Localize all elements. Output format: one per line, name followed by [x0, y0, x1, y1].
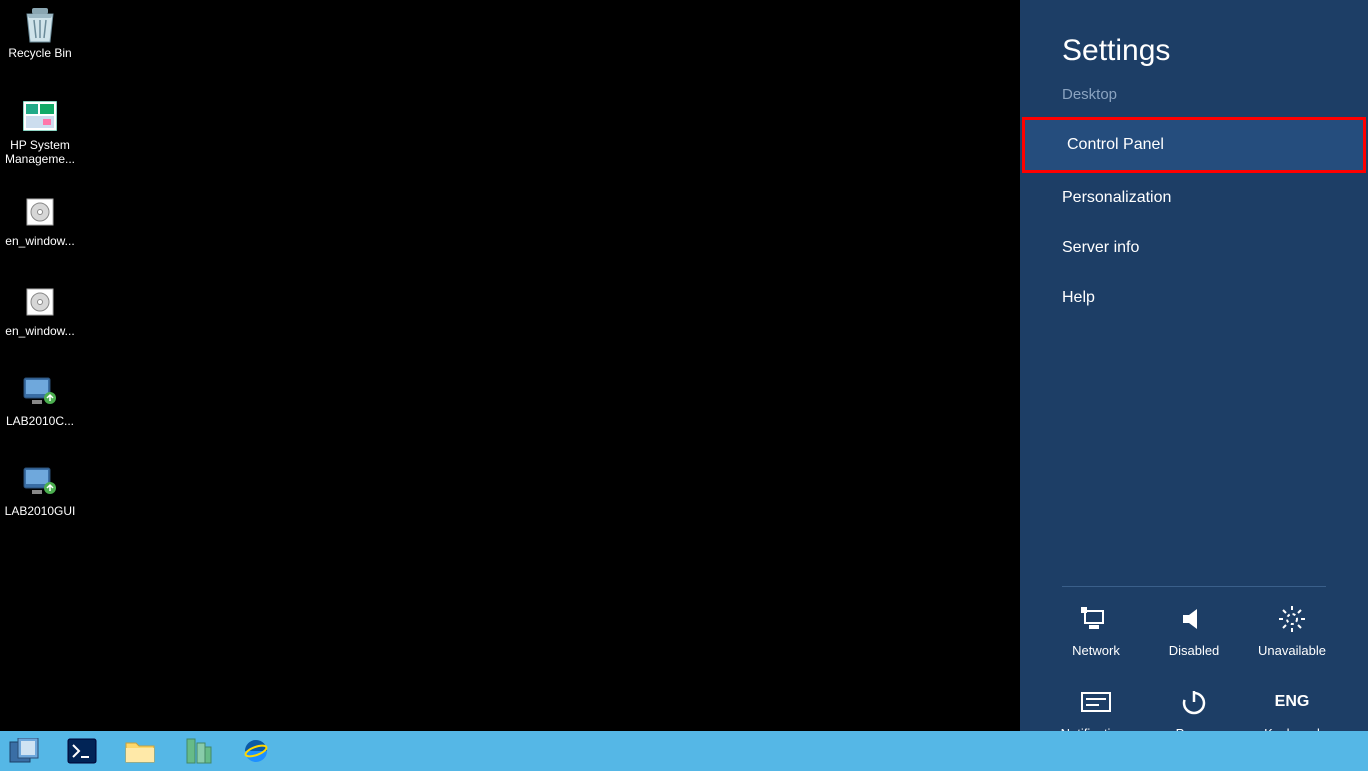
settings-item-personalization[interactable]: Personalization [1020, 173, 1368, 223]
hp-icon [20, 96, 60, 136]
desktop-icon-lab2010gui[interactable]: LAB2010GUI [2, 462, 78, 518]
volume-icon [1150, 605, 1238, 633]
settings-item-label: Help [1062, 289, 1095, 307]
rdp-icon [20, 462, 60, 502]
settings-item-server-info[interactable]: Server info [1020, 223, 1368, 273]
settings-charm-panel: Settings Desktop Control Panel Personali… [1020, 0, 1368, 771]
network-icon [1052, 605, 1140, 633]
settings-item-label: Control Panel [1067, 136, 1164, 154]
desktop-icon-label: Recycle Bin [2, 46, 78, 60]
power-icon [1150, 688, 1238, 716]
tile-label: Unavailable [1248, 643, 1336, 658]
taskbar-powershell[interactable] [62, 735, 102, 767]
settings-item-control-panel[interactable]: Control Panel [1025, 120, 1363, 170]
desktop-icon-label: LAB2010GUI [2, 504, 78, 518]
settings-item-label: Personalization [1062, 189, 1171, 207]
settings-title: Settings [1020, 34, 1368, 80]
keyboard-lang-icon: ENG [1248, 688, 1336, 716]
desktop-icon-en-window-1[interactable]: en_window... [2, 192, 78, 248]
notifications-icon [1052, 688, 1140, 716]
disc-icon [20, 282, 60, 322]
desktop-icon-lab2010c[interactable]: LAB2010C... [2, 372, 78, 428]
desktop-icon-label: en_window... [2, 324, 78, 338]
recycle-bin-icon [20, 4, 60, 44]
taskbar-server-manager[interactable] [4, 735, 44, 767]
brightness-icon [1248, 605, 1336, 633]
keyboard-lang-text: ENG [1275, 693, 1310, 711]
tile-brightness[interactable]: Unavailable [1248, 605, 1336, 658]
desktop-icon-recycle-bin[interactable]: Recycle Bin [2, 4, 78, 60]
highlight-annotation: Control Panel [1022, 117, 1366, 173]
taskbar-iis[interactable] [178, 735, 218, 767]
settings-item-label: Server info [1062, 239, 1139, 257]
tile-network[interactable]: Network [1052, 605, 1140, 658]
taskbar [0, 731, 1368, 771]
desktop-icon-hp-system-management[interactable]: HP System Manageme... [2, 96, 78, 166]
taskbar-file-explorer[interactable] [120, 735, 160, 767]
desktop-icon-label: LAB2010C... [2, 414, 78, 428]
tile-label: Network [1052, 643, 1140, 658]
rdp-icon [20, 372, 60, 412]
tile-volume[interactable]: Disabled [1150, 605, 1238, 658]
desktop-icon-en-window-2[interactable]: en_window... [2, 282, 78, 338]
taskbar-internet-explorer[interactable] [236, 735, 276, 767]
disc-icon [20, 192, 60, 232]
settings-item-help[interactable]: Help [1020, 273, 1368, 323]
desktop-icon-label: en_window... [2, 234, 78, 248]
tile-label: Disabled [1150, 643, 1238, 658]
settings-context: Desktop [1020, 80, 1368, 117]
divider [1062, 586, 1326, 587]
desktop-icon-label: HP System Manageme... [2, 138, 78, 166]
